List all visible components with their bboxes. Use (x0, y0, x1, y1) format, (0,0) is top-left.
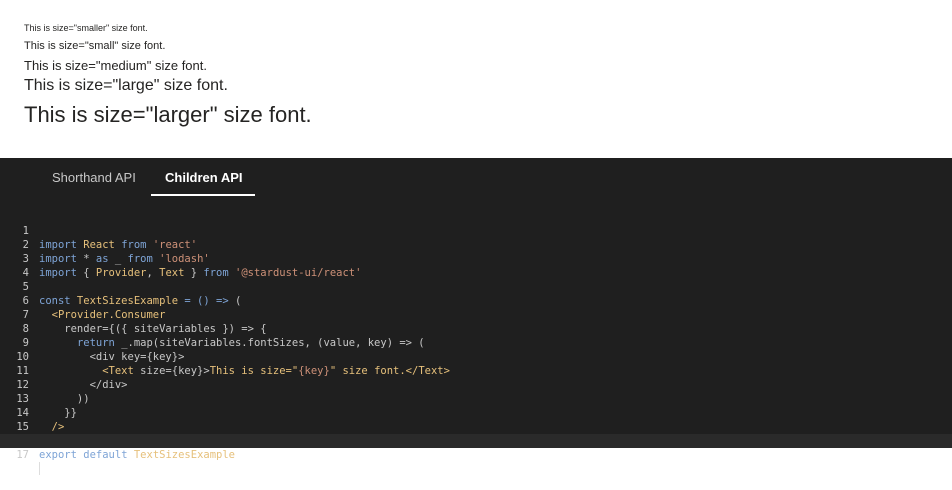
code-line-active[interactable]: 17 (0, 434, 952, 475)
code-line: 14 /> (0, 392, 952, 433)
code-line: 9 <div key={key}> (0, 322, 952, 363)
code-line: 12 )) (0, 364, 952, 405)
code-line: 5 const TextSizesExample = () => ( (0, 266, 952, 307)
code-line: 11 </div> (0, 350, 952, 391)
code-line: 2 import * as _ from 'lodash' (0, 224, 952, 265)
text-caret (39, 462, 40, 475)
api-tabs: Shorthand API Children API (0, 158, 952, 196)
code-line: 3 import { Provider, Text } from '@stard… (0, 238, 952, 279)
text-size-small: This is size="small" size font. (24, 40, 166, 52)
code-line: 15 ) (0, 406, 952, 447)
code-line: 8 return _.map(siteVariables.fontSizes, … (0, 308, 952, 349)
code-line: 7 render={({ siteVariables }) => { (0, 294, 952, 335)
example-preview: This is size="smaller" size font. This i… (0, 0, 952, 158)
text-size-smaller: This is size="smaller" size font. (24, 23, 148, 33)
tab-children-api[interactable]: Children API (165, 170, 243, 185)
text-size-medium: This is size="medium" size font. (24, 58, 207, 73)
code-line: 13 }} (0, 378, 952, 419)
text-size-large: This is size="large" size font. (24, 77, 228, 94)
tab-shorthand-api[interactable]: Shorthand API (52, 170, 136, 185)
code-line: 10 <Text size={key}>This is size="{key}"… (0, 336, 952, 377)
code-line: 16 export default TextSizesExample (0, 420, 952, 461)
text-size-larger: This is size="larger" size font. (24, 102, 312, 127)
code-text: export default TextSizesExample (39, 449, 235, 461)
active-tab-indicator (151, 194, 255, 196)
line-number: 17 (16, 449, 29, 461)
code-line: 6 <Provider.Consumer (0, 280, 952, 321)
code-editor[interactable]: 1 import React from 'react' 2 import * a… (0, 206, 952, 475)
code-line: 1 import React from 'react' (0, 210, 952, 251)
code-panel: Shorthand API Children API 1 import Reac… (0, 158, 952, 475)
code-line: 4 (0, 252, 952, 279)
